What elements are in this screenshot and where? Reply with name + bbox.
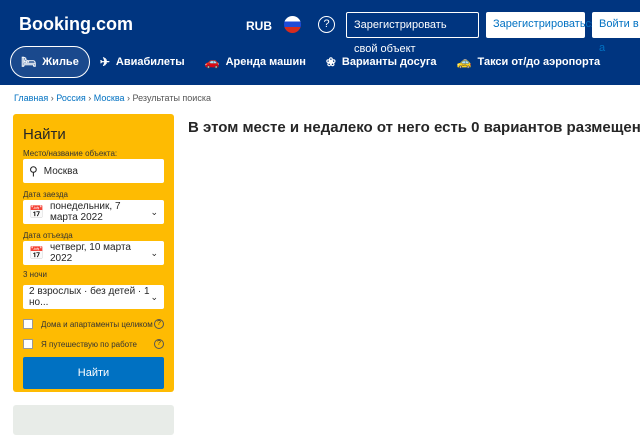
results-title: В этом месте и недалеко от него есть 0 в… [188,119,640,136]
nav-label: Жилье [42,56,79,68]
main-nav: 🛏 Жилье ✈ Авиабилеты 🚗 Аренда машин ❀ Вариан… [10,46,610,78]
language-flag-icon[interactable] [284,16,301,33]
breadcrumb-russia[interactable]: Россия [56,93,86,103]
nav-label: Авиабилеты [115,56,185,68]
destination-value: Москва [43,165,78,177]
business-travel-checkbox[interactable]: Я путешествую по работе? [23,339,164,349]
calendar-icon: 📅 [29,205,44,219]
breadcrumb-current: Результаты поиска [132,93,211,103]
entire-homes-checkbox[interactable]: Дома и апартаменты целиком? [23,319,164,329]
breadcrumb: Главная › Россия › Москва › Результаты п… [14,93,211,103]
car-icon: 🚗 [204,55,220,69]
chevron-down-icon: ⌄ [150,206,158,217]
destination-label: Место/название объекта: [23,149,118,158]
nav-label: Такси от/до аэропорта [477,56,601,68]
nav-taxi[interactable]: 🚕 Такси от/до аэропорта [447,46,611,78]
breadcrumb-moscow[interactable]: Москва [94,93,125,103]
signin-button[interactable]: Войти в а [592,12,640,54]
search-title: Найти [23,126,66,143]
nav-stays[interactable]: 🛏 Жилье [10,46,90,78]
destination-input[interactable]: ⚲ Москва [23,159,164,183]
header: Booking.com RUB ? Зарегистрировать свой … [0,0,640,85]
map-preview[interactable] [13,405,174,435]
nav-label: Варианты досуга [341,56,437,68]
help-icon[interactable]: ? [318,16,335,33]
checkin-label: Дата заезда [23,190,68,199]
nav-attractions[interactable]: ❀ Варианты досуга [316,46,447,78]
attractions-icon: ❀ [325,55,336,69]
checkout-date-field[interactable]: 📅 четверг, 10 марта 2022 ⌄ [23,241,164,265]
help-icon[interactable]: ? [154,319,164,329]
search-button[interactable]: Найти [23,357,164,389]
calendar-icon: 📅 [29,246,44,260]
nav-label: Аренда машин [225,56,306,68]
help-icon[interactable]: ? [154,339,164,349]
nav-car-rental[interactable]: 🚗 Аренда машин [195,46,316,78]
nights-label: 3 ночи [23,270,47,279]
checkout-value: четверг, 10 марта 2022 [49,242,131,264]
checkin-value: понедельник, 7 марта 2022 [49,201,121,223]
guests-value: 2 взрослых · без детей · 1 но... [29,286,150,308]
chevron-down-icon: ⌄ [150,247,158,258]
currency-button[interactable]: RUB [246,19,272,33]
bed-icon: 🛏 [21,55,37,69]
guests-select[interactable]: 2 взрослых · без детей · 1 но... ⌄ [23,285,164,309]
search-icon: ⚲ [29,164,38,178]
checkbox[interactable] [23,339,33,349]
logo[interactable]: Booking.com [19,14,133,35]
taxi-icon: 🚕 [456,55,472,69]
breadcrumb-home[interactable]: Главная [14,93,48,103]
list-property-button[interactable]: Зарегистрировать свой объект [346,12,479,55]
checkbox-label: Дома и апартаменты целиком [41,319,153,329]
plane-icon: ✈ [99,55,110,69]
checkbox[interactable] [23,319,33,329]
search-panel: Найти Место/название объекта: ⚲ Москва Да… [13,114,174,392]
register-button[interactable]: Зарегистрироваться [486,12,597,38]
nav-flights[interactable]: ✈ Авиабилеты [90,46,195,78]
checkout-label: Дата отъезда [23,231,73,240]
chevron-down-icon: ⌄ [150,291,158,302]
checkbox-label: Я путешествую по работе [41,339,137,349]
checkin-date-field[interactable]: 📅 понедельник, 7 марта 2022 ⌄ [23,200,164,224]
